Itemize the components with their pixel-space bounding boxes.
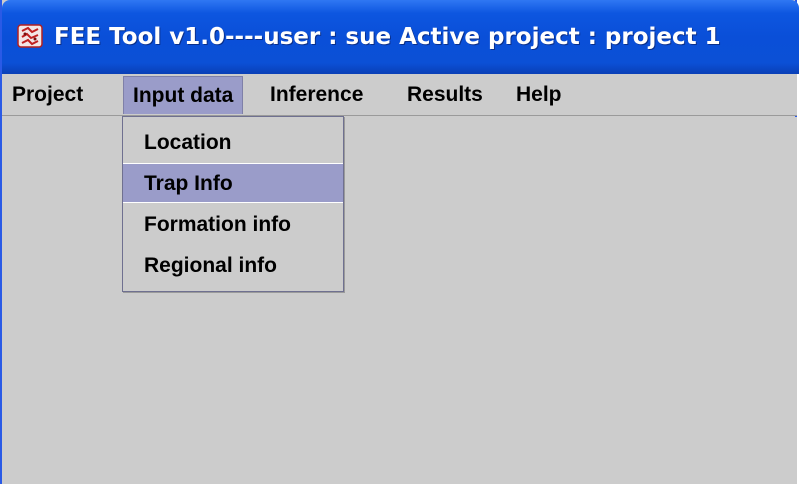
menu-bar: Project Input data Inference Results Hel… xyxy=(2,74,797,116)
dropdown-item-regional-info[interactable]: Regional info xyxy=(123,246,343,286)
title-bar[interactable]: FEE Tool v1.0----user : sue Active proje… xyxy=(2,0,799,74)
dropdown-item-formation-info[interactable]: Formation info xyxy=(123,205,343,245)
menu-help[interactable]: Help xyxy=(507,76,571,114)
menu-inference[interactable]: Inference xyxy=(261,76,372,114)
window-title: FEE Tool v1.0----user : sue Active proje… xyxy=(54,24,721,50)
dropdown-item-trap-info[interactable]: Trap Info xyxy=(123,163,343,203)
app-window: FEE Tool v1.0----user : sue Active proje… xyxy=(0,0,799,484)
menu-project[interactable]: Project xyxy=(3,76,92,114)
input-data-dropdown-menu: Location Trap Info Formation info Region… xyxy=(122,116,344,292)
menu-input-data[interactable]: Input data xyxy=(123,76,244,114)
menu-results[interactable]: Results xyxy=(398,76,492,114)
app-logo-icon[interactable] xyxy=(16,22,44,50)
dropdown-item-location[interactable]: Location xyxy=(123,123,343,163)
